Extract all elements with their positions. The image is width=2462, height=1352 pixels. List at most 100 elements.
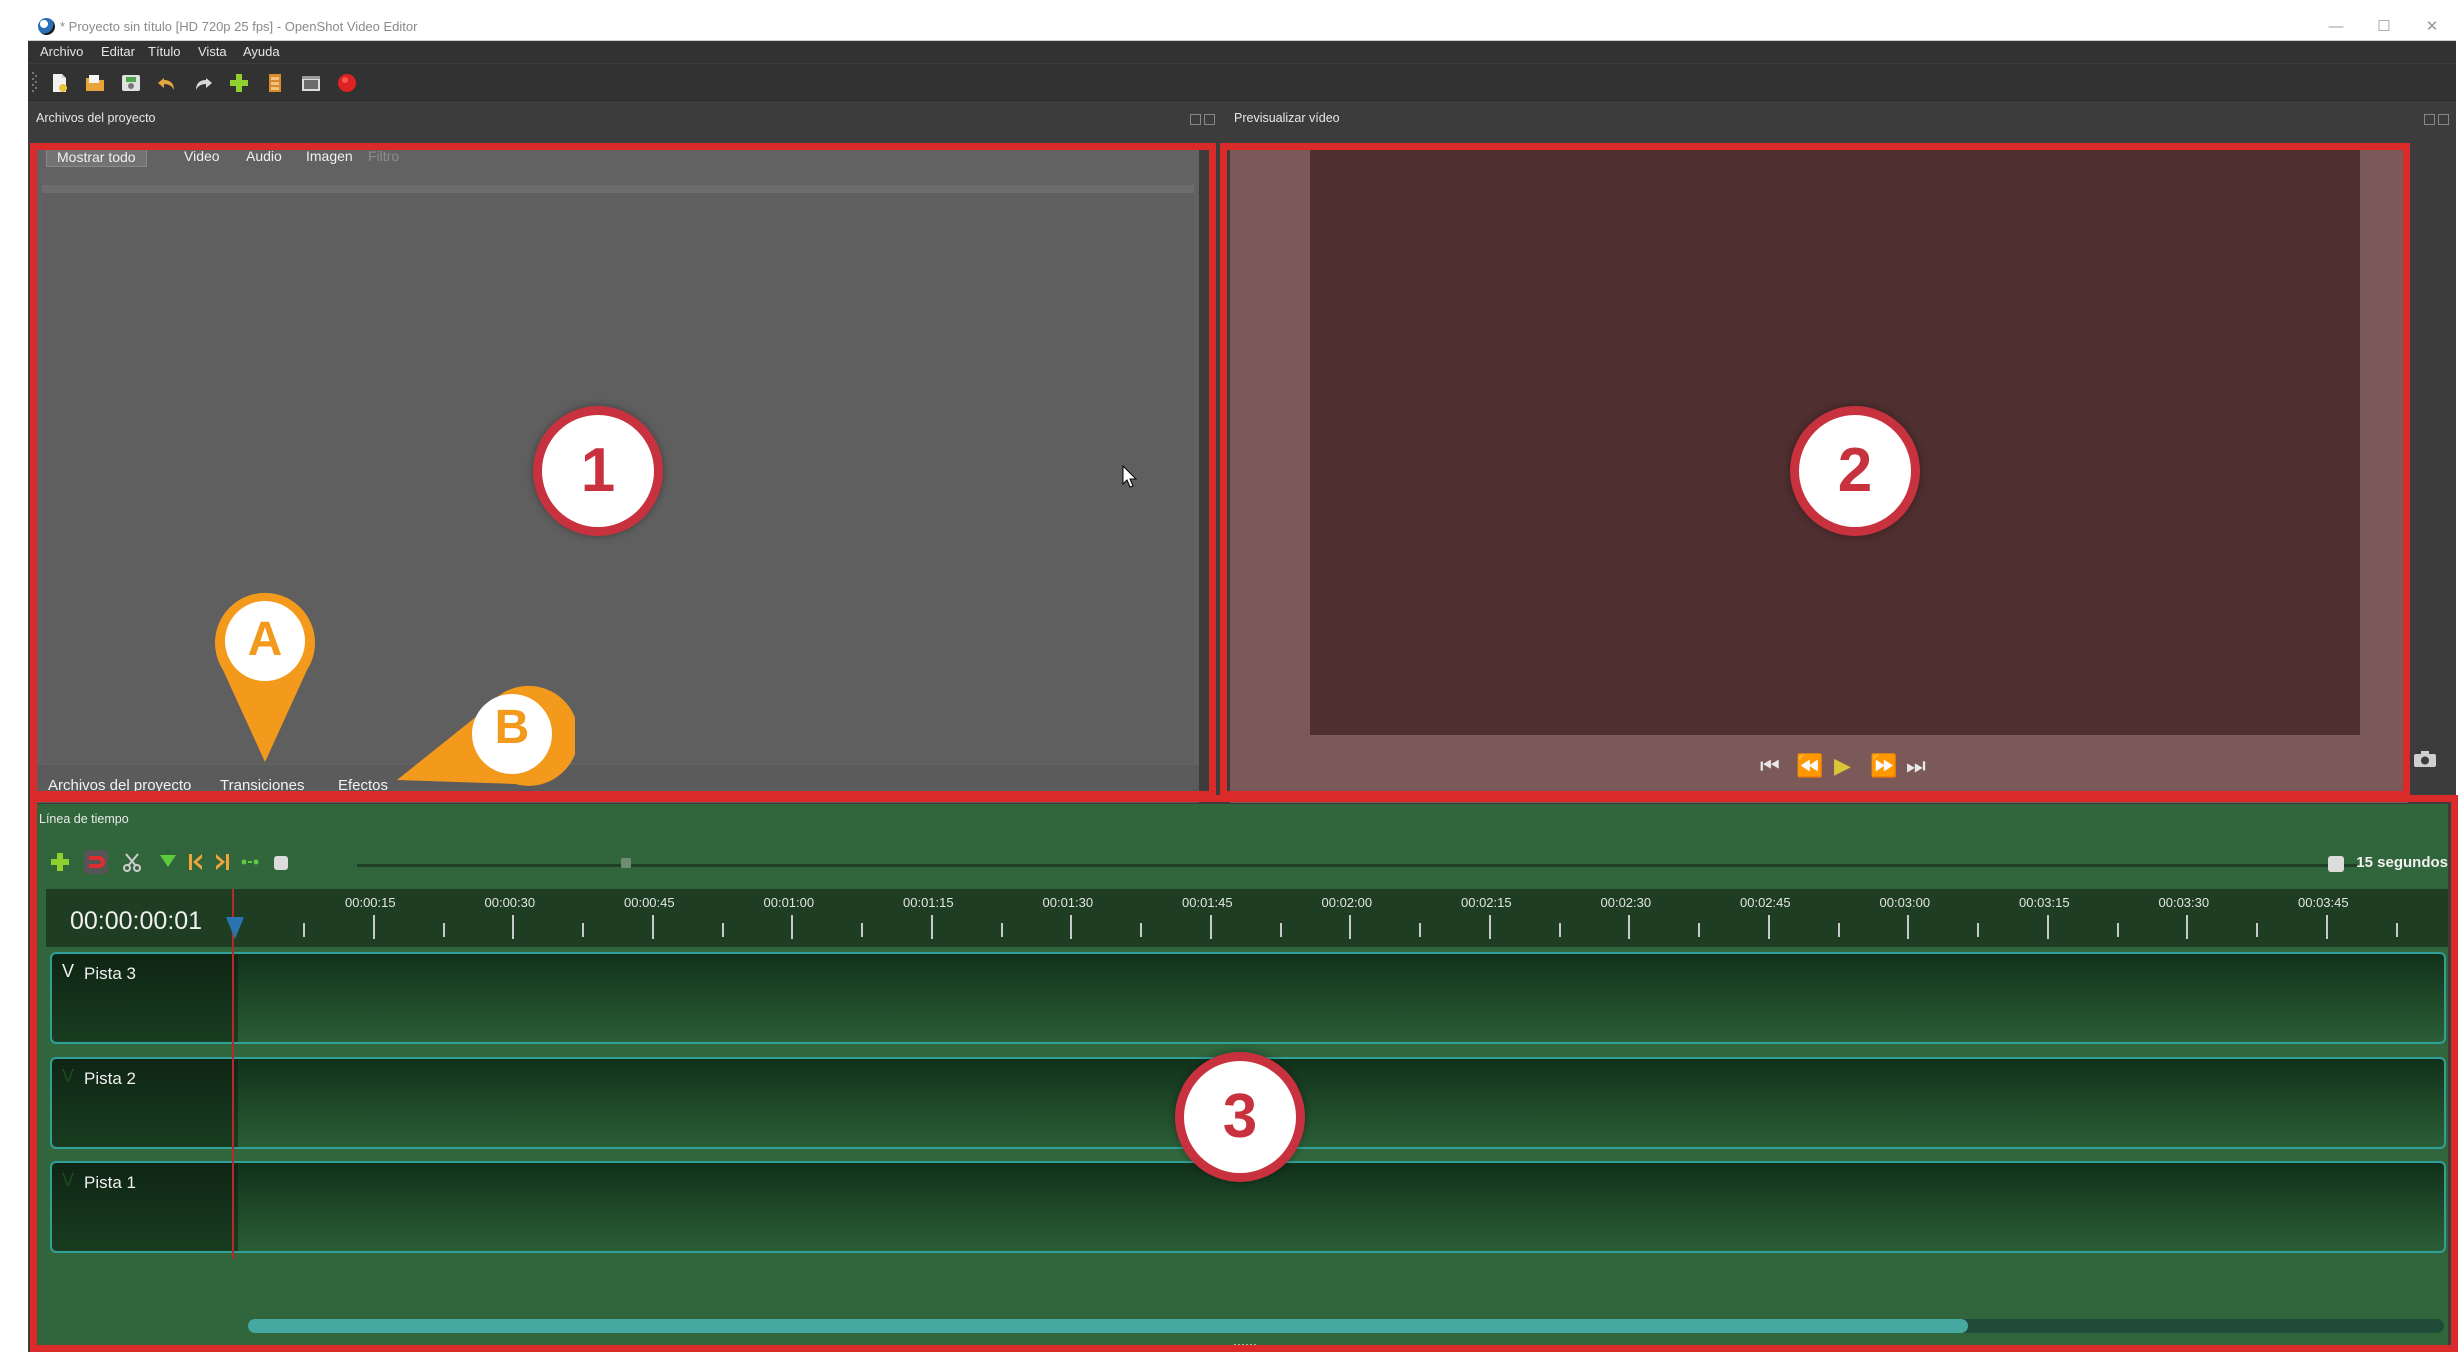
annotation-badge-3: 3 [1175,1052,1305,1182]
ruler-tick [1698,923,1700,937]
ruler-tick [1349,915,1352,939]
menu-ayuda[interactable]: Ayuda [243,44,280,59]
ruler-label: 00:00:45 [624,895,675,910]
tab-effects[interactable]: Efectos [330,775,396,797]
filter-image[interactable]: Imagen [296,147,363,165]
menu-editar[interactable]: Editar [101,44,135,59]
ruler-label: 00:03:15 [2019,895,2070,910]
ruler-tick [1000,923,1003,937]
track-row[interactable]: V Pista 3 [50,952,2446,1044]
collapse-chevron-icon[interactable]: V [62,1170,74,1191]
ruler-label: 00:01:45 [1182,895,1233,910]
jump-end-icon[interactable]: ⏭ [1906,755,1926,777]
file-filter-bar: Mostrar todo Video Audio Imagen Filtro [36,145,1199,173]
collapse-chevron-icon[interactable]: V [62,1066,74,1087]
next-marker-icon[interactable] [210,850,234,874]
title-bar: * Proyecto sin título [HD 720p 25 fps] -… [28,14,2456,41]
undo-icon[interactable] [156,72,178,94]
playhead-marker-icon[interactable] [226,917,244,939]
timeline-ruler[interactable]: 00:00:00:01 00:00:15 00:00:30 00:00:45 00:0… [46,889,2448,947]
minimize-button[interactable]: — [2316,16,2356,38]
annotation-badge-2: 2 [1790,406,1920,536]
preview-dock-buttons[interactable] [2424,112,2454,126]
play-icon[interactable]: ▶ [1834,755,1851,777]
ruler-tick [1767,915,1770,939]
resize-grip-icon[interactable] [1234,1344,1256,1348]
menu-vista[interactable]: Vista [198,44,227,59]
zoom-out-icon[interactable] [274,856,288,870]
ruler-tick [512,915,515,939]
close-button[interactable]: ✕ [2412,16,2452,38]
ruler-label: 00:03:45 [2298,895,2349,910]
collapse-chevron-icon[interactable]: V [62,961,74,982]
jump-start-icon[interactable]: ⏮ [1760,755,1780,777]
ruler-tick [861,923,863,937]
filter-search-input[interactable]: Filtro [358,147,409,165]
ruler-tick [2046,915,2049,939]
tab-project-files[interactable]: Archivos del proyecto [40,775,199,797]
zoom-slider-track[interactable] [357,864,2357,867]
project-files-tab-bar: Archivos del proyecto Transiciones Efect… [36,765,1199,803]
scrollbar-thumb[interactable] [248,1319,1968,1333]
center-timeline-icon[interactable] [238,850,262,874]
track-name: Pista 1 [84,1173,136,1192]
add-track-icon[interactable] [48,850,72,874]
filter-video[interactable]: Video [174,147,230,165]
ruler-label: 00:02:45 [1740,895,1791,910]
export-video-icon[interactable] [336,72,358,94]
menu-archivo[interactable]: Archivo [40,44,83,59]
menu-bar: Archivo Editar Título Vista Ayuda [28,41,2456,63]
ruler-tick [1628,915,1631,939]
mouse-cursor-icon [1122,465,1138,488]
add-marker-icon[interactable] [156,850,180,874]
float-icon[interactable] [1190,114,1201,125]
ruler-label: 00:03:30 [2158,895,2210,910]
ruler-tick [1070,915,1073,939]
razor-icon[interactable] [120,850,144,874]
ruler-tick [2325,915,2328,939]
ruler-tick [442,923,445,937]
playhead-line[interactable] [232,889,234,1259]
ruler-tick [582,923,584,937]
ruler-tick [2256,923,2258,937]
preview-dock-title: Previsualizar vídeo [1234,111,1340,125]
rewind-icon[interactable]: ⏪ [1796,755,1823,777]
fullscreen-icon[interactable] [300,72,322,94]
annotation-pin-a-icon [215,592,315,762]
maximize-button[interactable]: ☐ [2364,16,2404,38]
ruler-label: 00:02:30 [1600,895,1652,910]
ruler-tick [1419,923,1421,937]
timeline-horizontal-scrollbar[interactable] [248,1319,2444,1333]
snap-magnet-icon[interactable] [84,850,108,874]
timecode-display: 00:00:00:01 [70,907,203,935]
menu-titulo[interactable]: Título [148,44,181,59]
ruler-label: 00:01:00 [763,895,815,910]
previous-marker-icon[interactable] [184,850,208,874]
open-project-icon[interactable] [84,72,106,94]
zoom-slider-handle[interactable] [621,858,631,868]
track-name: Pista 3 [84,964,136,983]
new-project-icon[interactable] [48,72,70,94]
fast-forward-icon[interactable]: ⏩ [1870,755,1897,777]
ruler-tick [1558,923,1561,937]
filter-audio[interactable]: Audio [236,147,292,165]
ruler-tick [2116,923,2119,937]
filter-show-all[interactable]: Mostrar todo [46,147,147,167]
choose-profile-icon[interactable] [264,72,286,94]
annotation-pin-b-label: B [494,701,530,754]
float-icon[interactable] [2424,114,2435,125]
redo-icon[interactable] [192,72,214,94]
openshot-logo-icon [38,18,55,35]
annotation-pin-a-label: A [247,613,283,666]
project-files-dock-buttons[interactable] [1190,112,1220,126]
save-project-icon[interactable] [120,72,142,94]
camera-icon[interactable] [2413,750,2437,768]
close-dock-icon[interactable] [1204,114,1215,125]
zoom-in-icon[interactable] [2328,856,2344,872]
close-dock-icon[interactable] [2438,114,2449,125]
tab-transitions[interactable]: Transiciones [212,775,312,797]
ruler-tick [1907,915,1910,939]
ruler-tick [2186,915,2189,939]
ruler-tick [1209,915,1212,939]
import-files-icon[interactable] [228,72,250,94]
